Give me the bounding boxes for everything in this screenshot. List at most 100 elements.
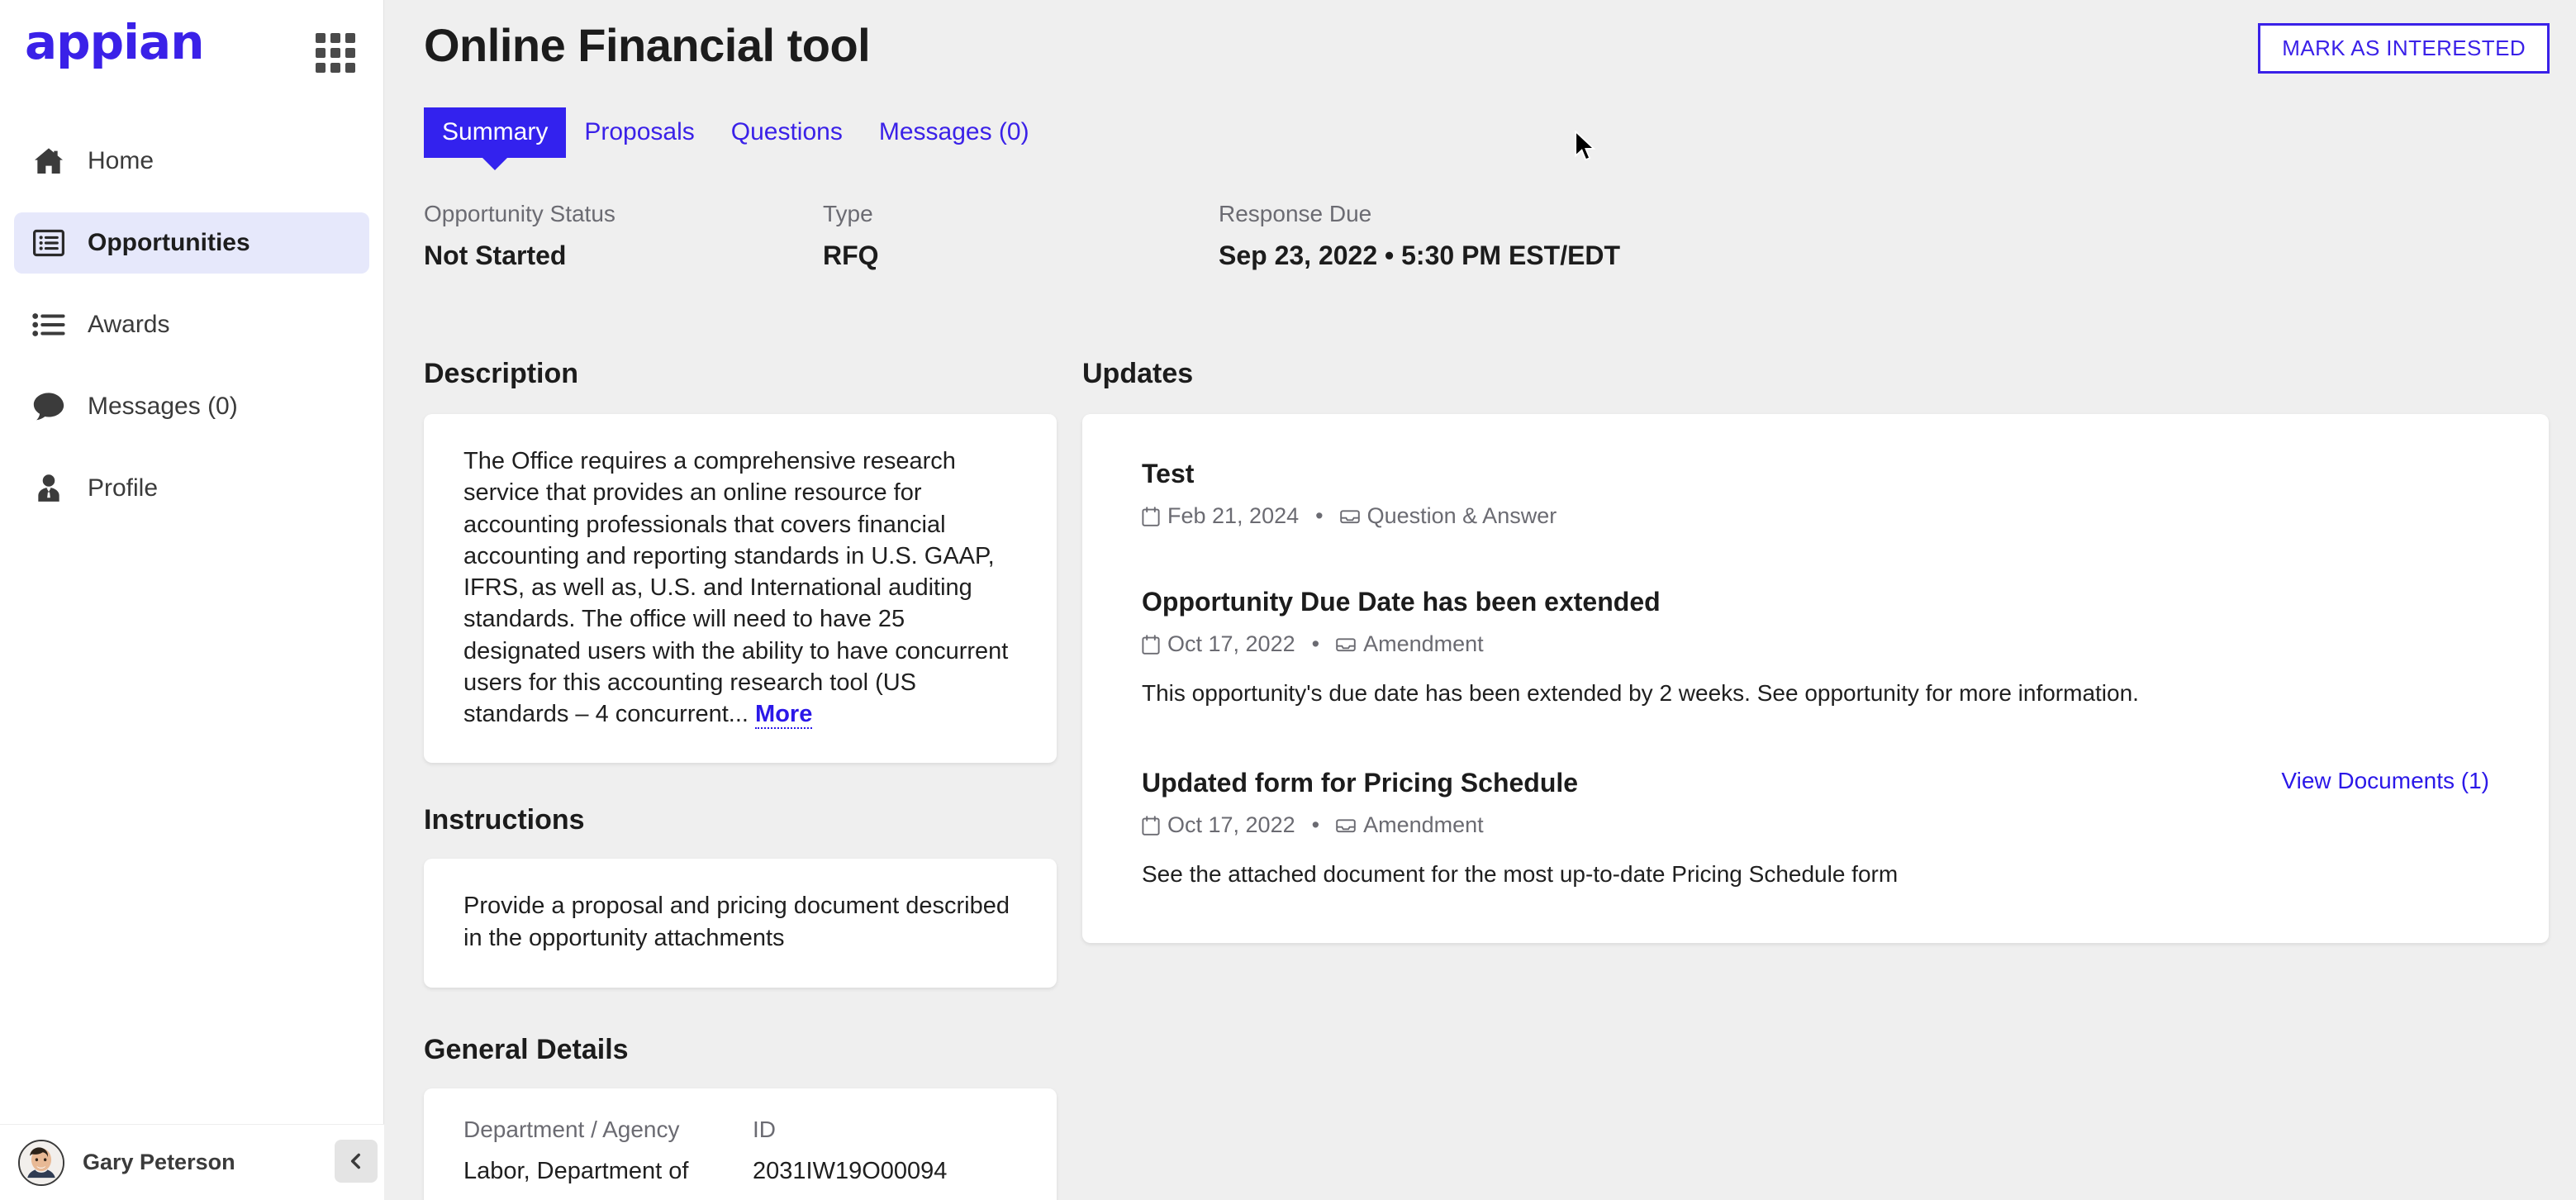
response-due-value: Sep 23, 2022 • 5:30 PM EST/EDT (1219, 240, 1621, 270)
sidebar-header: appian (0, 0, 383, 83)
description-more-link[interactable]: More (755, 701, 813, 730)
instructions-heading: Instructions (424, 804, 585, 836)
view-documents-link[interactable]: View Documents (1) (2281, 769, 2489, 793)
sidebar-nav: Home Opportunities Awards Messages (0) P… (0, 131, 383, 519)
main-content: Online Financial tool MARK AS INTERESTED… (384, 0, 2576, 1200)
tab-messages[interactable]: Messages (0) (861, 107, 1048, 158)
department-agency-field: Department / Agency Labor, Department of (463, 1116, 753, 1184)
description-card: The Office requires a comprehensive rese… (424, 414, 1057, 764)
response-due-label: Response Due (1219, 201, 1372, 226)
mouse-cursor (1575, 130, 1596, 162)
grid-cell (316, 48, 326, 58)
update-title: Opportunity Due Date has been extended (1142, 587, 1661, 617)
update-item[interactable]: Opportunity Due Date has been extended O… (1142, 588, 2489, 708)
sidebar-item-opportunities[interactable]: Opportunities (14, 212, 369, 274)
chat-bubble-icon (31, 389, 66, 424)
instructions-section: Instructions Provide a proposal and pric… (424, 804, 1057, 988)
inbox-icon (1336, 817, 1356, 834)
sidebar-item-home[interactable]: Home (14, 131, 369, 192)
page-title: Online Financial tool (424, 19, 871, 71)
tab-summary[interactable]: Summary (424, 107, 567, 158)
update-category: Amendment (1363, 631, 1484, 656)
department-agency-label: Department / Agency (463, 1116, 680, 1142)
right-column: Updates Test Feb 21, 2024 • Question & A… (1082, 360, 2549, 943)
update-meta-separator: • (1315, 503, 1324, 528)
sidebar-user-bar[interactable]: Gary Peterson (0, 1124, 384, 1200)
calendar-icon (1142, 816, 1160, 836)
update-category: Question & Answer (1366, 503, 1557, 528)
instructions-text: Provide a proposal and pricing document … (463, 893, 1010, 951)
update-body: This opportunity's due date has been ext… (1142, 680, 2139, 706)
sidebar-item-label: Profile (88, 474, 159, 502)
sidebar-item-label: Opportunities (88, 229, 250, 256)
grid-cell (345, 63, 355, 73)
opportunity-status-value: Not Started (424, 240, 567, 270)
grid-cell (330, 33, 340, 43)
description-heading: Description (424, 358, 579, 389)
update-date: Feb 21, 2024 (1167, 503, 1300, 528)
appian-logo[interactable]: appian (25, 18, 204, 66)
grid-cell (345, 33, 355, 43)
tab-questions[interactable]: Questions (713, 107, 861, 158)
sidebar: appian Home Opportunities Awards Message… (0, 0, 384, 1200)
sidebar-item-awards[interactable]: Awards (14, 294, 369, 355)
general-details-row: Department / Agency Labor, Department of… (463, 1116, 1017, 1184)
chevron-left-icon[interactable] (335, 1140, 378, 1183)
sidebar-item-label: Awards (88, 311, 170, 338)
general-details-heading: General Details (424, 1033, 629, 1065)
update-title: Test (1142, 459, 1195, 488)
avatar[interactable] (18, 1139, 64, 1186)
inbox-icon (1339, 508, 1360, 525)
type-value: RFQ (823, 240, 879, 270)
type-field: Type RFQ (823, 202, 879, 269)
app-root: appian Home Opportunities Awards Message… (0, 0, 2576, 1200)
opportunity-status-label: Opportunity Status (424, 201, 615, 226)
instructions-card: Provide a proposal and pricing document … (424, 859, 1057, 988)
home-icon (31, 144, 66, 179)
sidebar-item-label: Messages (0) (88, 393, 238, 420)
list-box-icon (31, 226, 66, 260)
updates-card: Test Feb 21, 2024 • Question & Answer Op… (1082, 414, 2549, 943)
update-meta-separator: • (1311, 631, 1320, 656)
calendar-icon (1142, 634, 1160, 655)
update-meta-separator: • (1311, 812, 1320, 838)
department-agency-value: Labor, Department of (463, 1157, 689, 1184)
user-name: Gary Peterson (83, 1150, 235, 1174)
update-date: Oct 17, 2022 (1167, 631, 1295, 656)
response-due-field: Response Due Sep 23, 2022 • 5:30 PM EST/… (1219, 202, 1620, 269)
description-section: Description The Office requires a compre… (424, 358, 1057, 764)
description-body: The Office requires a comprehensive rese… (463, 448, 1009, 728)
general-details-section: General Details Department / Agency Labo… (424, 1036, 1057, 1200)
grid-cell (316, 63, 326, 73)
id-value: 2031IW19O00094 (753, 1157, 948, 1184)
id-label: ID (753, 1116, 776, 1142)
inbox-icon (1336, 636, 1356, 653)
update-date: Oct 17, 2022 (1167, 812, 1295, 838)
calendar-icon (1142, 506, 1160, 526)
bullet-list-icon (31, 307, 66, 342)
update-body: See the attached document for the most u… (1142, 861, 1899, 888)
sidebar-item-messages[interactable]: Messages (0) (14, 376, 369, 437)
grid-cell (330, 48, 340, 58)
description-text: The Office requires a comprehensive rese… (463, 445, 1017, 730)
left-column: Description The Office requires a compre… (424, 360, 1057, 1200)
tab-proposals[interactable]: Proposals (566, 107, 712, 158)
grid-cell (316, 33, 326, 43)
update-item[interactable]: Test Feb 21, 2024 • Question & Answer (1142, 460, 2489, 527)
update-category: Amendment (1363, 812, 1484, 838)
person-icon (31, 471, 66, 506)
update-meta: Oct 17, 2022 • Amendment (1142, 814, 2489, 836)
tab-bar: Summary Proposals Questions Messages (0) (424, 107, 1048, 158)
sidebar-item-label: Home (88, 147, 154, 174)
grid-cell (330, 63, 340, 73)
update-item[interactable]: Updated form for Pricing Schedule View D… (1142, 769, 2489, 889)
update-meta: Oct 17, 2022 • Amendment (1142, 633, 2489, 655)
id-field: ID 2031IW19O00094 (753, 1116, 948, 1184)
sidebar-item-profile[interactable]: Profile (14, 458, 369, 519)
update-meta: Feb 21, 2024 • Question & Answer (1142, 505, 2489, 527)
mark-as-interested-button[interactable]: MARK AS INTERESTED (2258, 23, 2550, 74)
updates-heading: Updates (1082, 358, 1194, 389)
general-details-card: Department / Agency Labor, Department of… (424, 1088, 1057, 1200)
grid-apps-icon[interactable] (316, 33, 355, 73)
grid-cell (345, 48, 355, 58)
